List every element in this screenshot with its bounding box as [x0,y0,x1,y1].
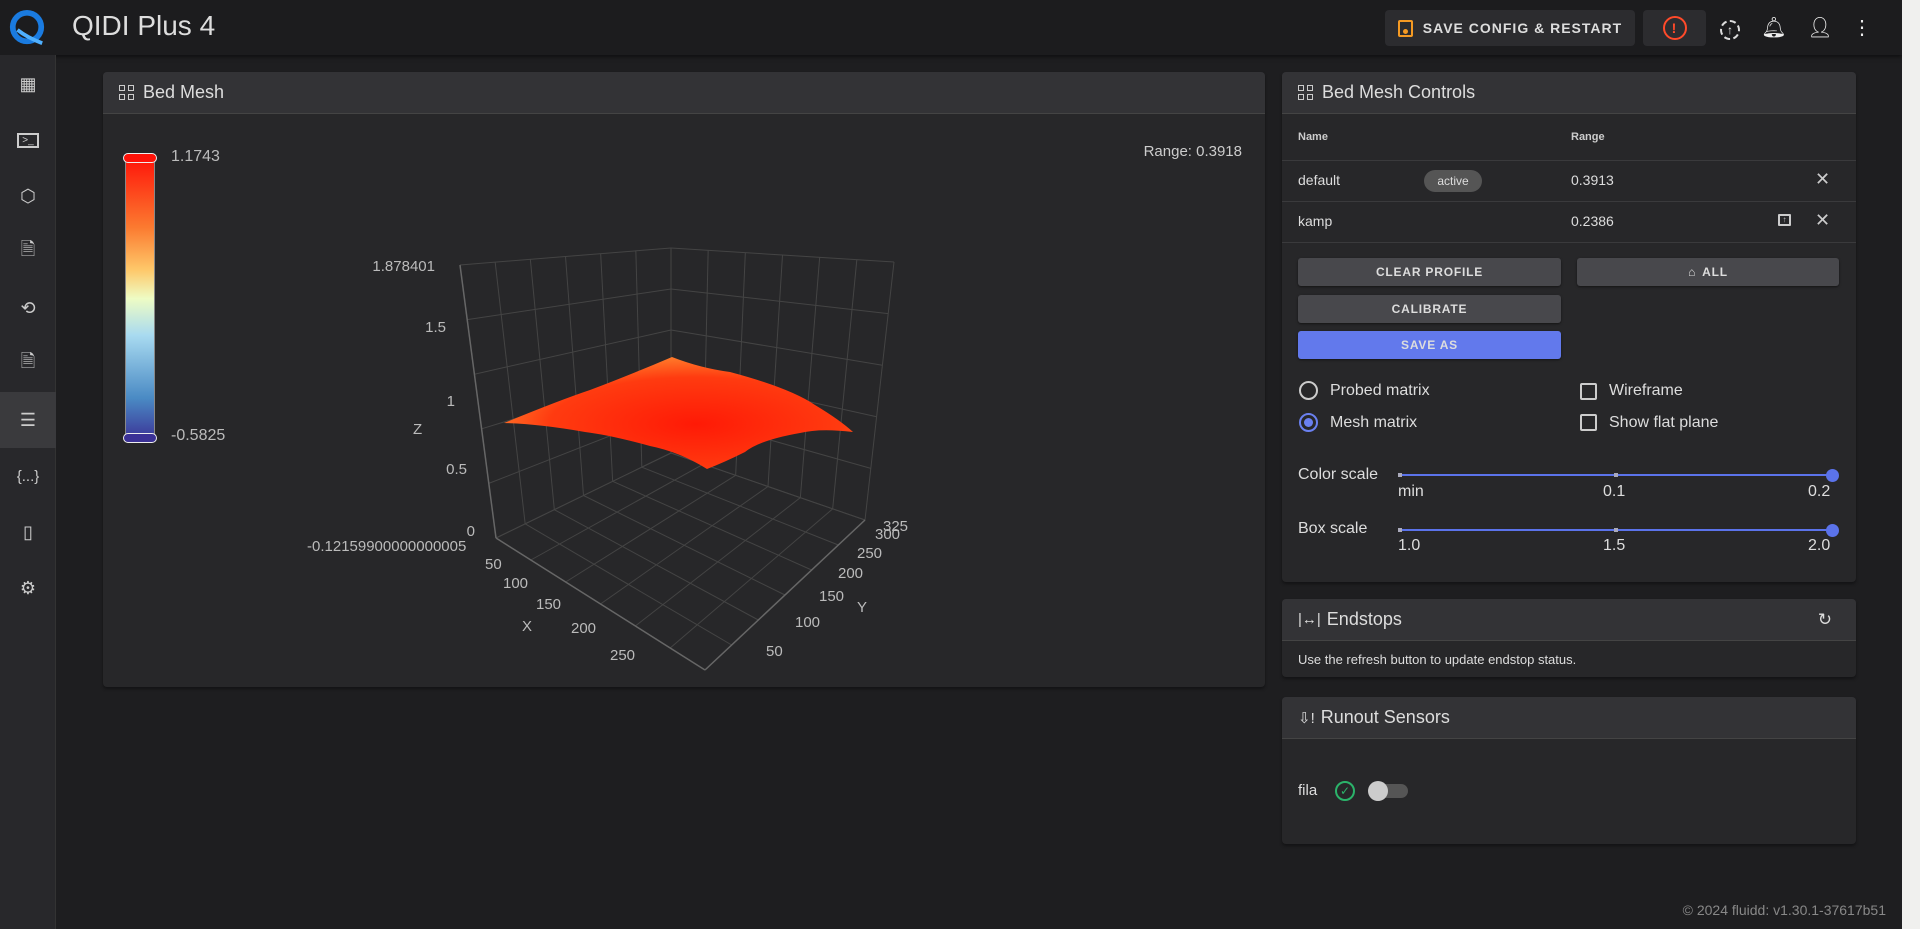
x-tick: 150 [536,596,562,613]
mesh-matrix-radio[interactable] [1299,413,1318,432]
y-tick: 250 [857,545,883,562]
endstops-card: |↔| Endstops ↻ Use the refresh button to… [1282,599,1856,677]
right-wall-gridline [799,257,821,498]
emergency-stop-icon: ! [1662,16,1687,40]
endstops-title: Endstops [1326,609,1402,629]
left-wall-gridline [467,288,672,321]
account-icon[interactable]: 👤︎ [1807,15,1833,41]
box-scale-tick: 1.5 [1603,537,1626,554]
z-tick: 1.878401 [372,258,435,275]
profile-name: default [1298,172,1341,188]
box-scale-tick: 1.0 [1398,537,1421,554]
left-wall-gridline [494,262,526,524]
show-flat-plane-checkbox[interactable] [1580,414,1597,431]
profile-row-kamp[interactable]: kamp 0.2386 ↑ ✕ [1282,202,1856,242]
home-all-button[interactable]: ⌂ ALL [1577,258,1839,286]
probed-matrix-label: Probed matrix [1330,382,1430,399]
endstops-icon: |↔| [1298,611,1321,628]
wireframe-checkbox[interactable] [1580,383,1597,400]
left-wall-gridline [600,253,614,482]
scrollbar[interactable] [1902,0,1920,929]
color-scale-tick: 0.1 [1603,483,1626,500]
y-tick: 325 [883,518,909,535]
bed-mesh-controls-title: Bed Mesh Controls [1322,82,1476,102]
color-scale-handle[interactable] [1826,469,1839,482]
box-scale-handle[interactable] [1826,524,1839,537]
color-scale-tick: min [1398,483,1424,500]
z-tick: 1.5 [425,319,446,336]
runout-sensors-card: ⇩! Runout Sensors [1282,697,1856,844]
color-scale-label: Color scale [1298,466,1379,483]
x-axis-label: X [522,618,533,635]
emergency-stop-button[interactable]: ! [1643,10,1706,46]
y-tick: 150 [819,588,845,605]
column-header-name: Name [1298,131,1328,143]
check-circle-icon: ✓ [1335,781,1355,801]
left-wall-gridline [529,259,555,510]
wireframe-label: Wireframe [1609,382,1683,399]
runout-sensor-icon: ⇩! [1298,709,1315,727]
bell-icon[interactable]: 🔔︎ [1761,15,1787,41]
runout-sensors-title: Runout Sensors [1320,707,1450,727]
remove-profile-icon[interactable]: ✕ [1815,210,1830,231]
bed-mesh-3d-plot[interactable] [0,0,1280,700]
home-all-label: ALL [1702,265,1728,279]
profile-name: kamp [1298,213,1333,229]
color-scale-tick: 0.2 [1808,483,1831,500]
y-tick: 200 [838,565,864,582]
z-tick: 1 [446,393,455,410]
runout-sensors-header: ⇩! Runout Sensors [1282,697,1856,739]
mesh-surface [504,357,853,469]
home-icon: ⌂ [1688,265,1697,279]
more-vert-icon[interactable]: ⋮ [1849,15,1875,41]
save-as-button[interactable]: SAVE AS [1298,331,1561,359]
right-wall-gridline [670,288,889,315]
right-wall-gridline [864,261,895,521]
endstops-message: Use the refresh button to update endstop… [1298,652,1577,667]
sensor-name: fila [1298,782,1318,799]
left-wall-gridline [565,256,584,496]
load-profile-icon[interactable]: ↑ [1778,214,1791,226]
x-axis-line [495,537,706,671]
x-tick: 200 [571,620,597,637]
footer-version: © 2024 fluidd: v1.30.1-37617b51 [1682,902,1886,918]
z-min-tick: -0.12159900000000005 [307,538,467,555]
z-tick: 0.5 [446,461,467,478]
profile-range: 0.3913 [1571,172,1614,188]
grid-icon [1298,84,1314,101]
refresh-icon[interactable]: ↻ [1818,610,1832,630]
x-tick: 100 [503,575,529,592]
right-wall-gridline [832,259,858,509]
remove-profile-icon[interactable]: ✕ [1815,169,1830,190]
save-config-label: SAVE CONFIG & RESTART [1422,20,1623,36]
profile-range: 0.2386 [1571,213,1614,229]
x-tick: 50 [485,556,502,573]
endstops-header: |↔| Endstops ↻ [1282,599,1856,641]
bed-mesh-controls-card: Bed Mesh Controls [1282,72,1856,582]
profile-row-default[interactable]: default active 0.3913 ✕ [1282,161,1856,201]
y-tick: 50 [766,643,783,660]
z-axis-line [459,264,497,539]
x-tick: 250 [610,647,636,664]
right-wall-gridline [767,254,783,487]
probed-matrix-radio[interactable] [1299,381,1318,400]
right-wall-gridline [670,329,883,366]
clear-profile-button[interactable]: CLEAR PROFILE [1298,258,1561,286]
save-config-restart-button[interactable]: SAVE CONFIG & RESTART [1385,10,1635,46]
y-axis-label: Y [857,599,868,616]
upload-icon[interactable]: ↑ [1717,15,1743,41]
mesh-matrix-label: Mesh matrix [1330,414,1418,431]
y-tick: 100 [795,614,821,631]
active-badge: active [1424,170,1482,192]
z-axis-label: Z [413,421,423,438]
box-scale-tick: 2.0 [1808,537,1831,554]
bed-mesh-controls-header: Bed Mesh Controls [1282,72,1856,114]
sensor-toggle-thumb[interactable] [1368,781,1388,801]
box-scale-label: Box scale [1298,520,1368,537]
save-icon [1397,19,1413,37]
column-header-range: Range [1571,131,1605,143]
show-flat-plane-label: Show flat plane [1609,414,1719,431]
calibrate-button[interactable]: CALIBRATE [1298,295,1561,323]
